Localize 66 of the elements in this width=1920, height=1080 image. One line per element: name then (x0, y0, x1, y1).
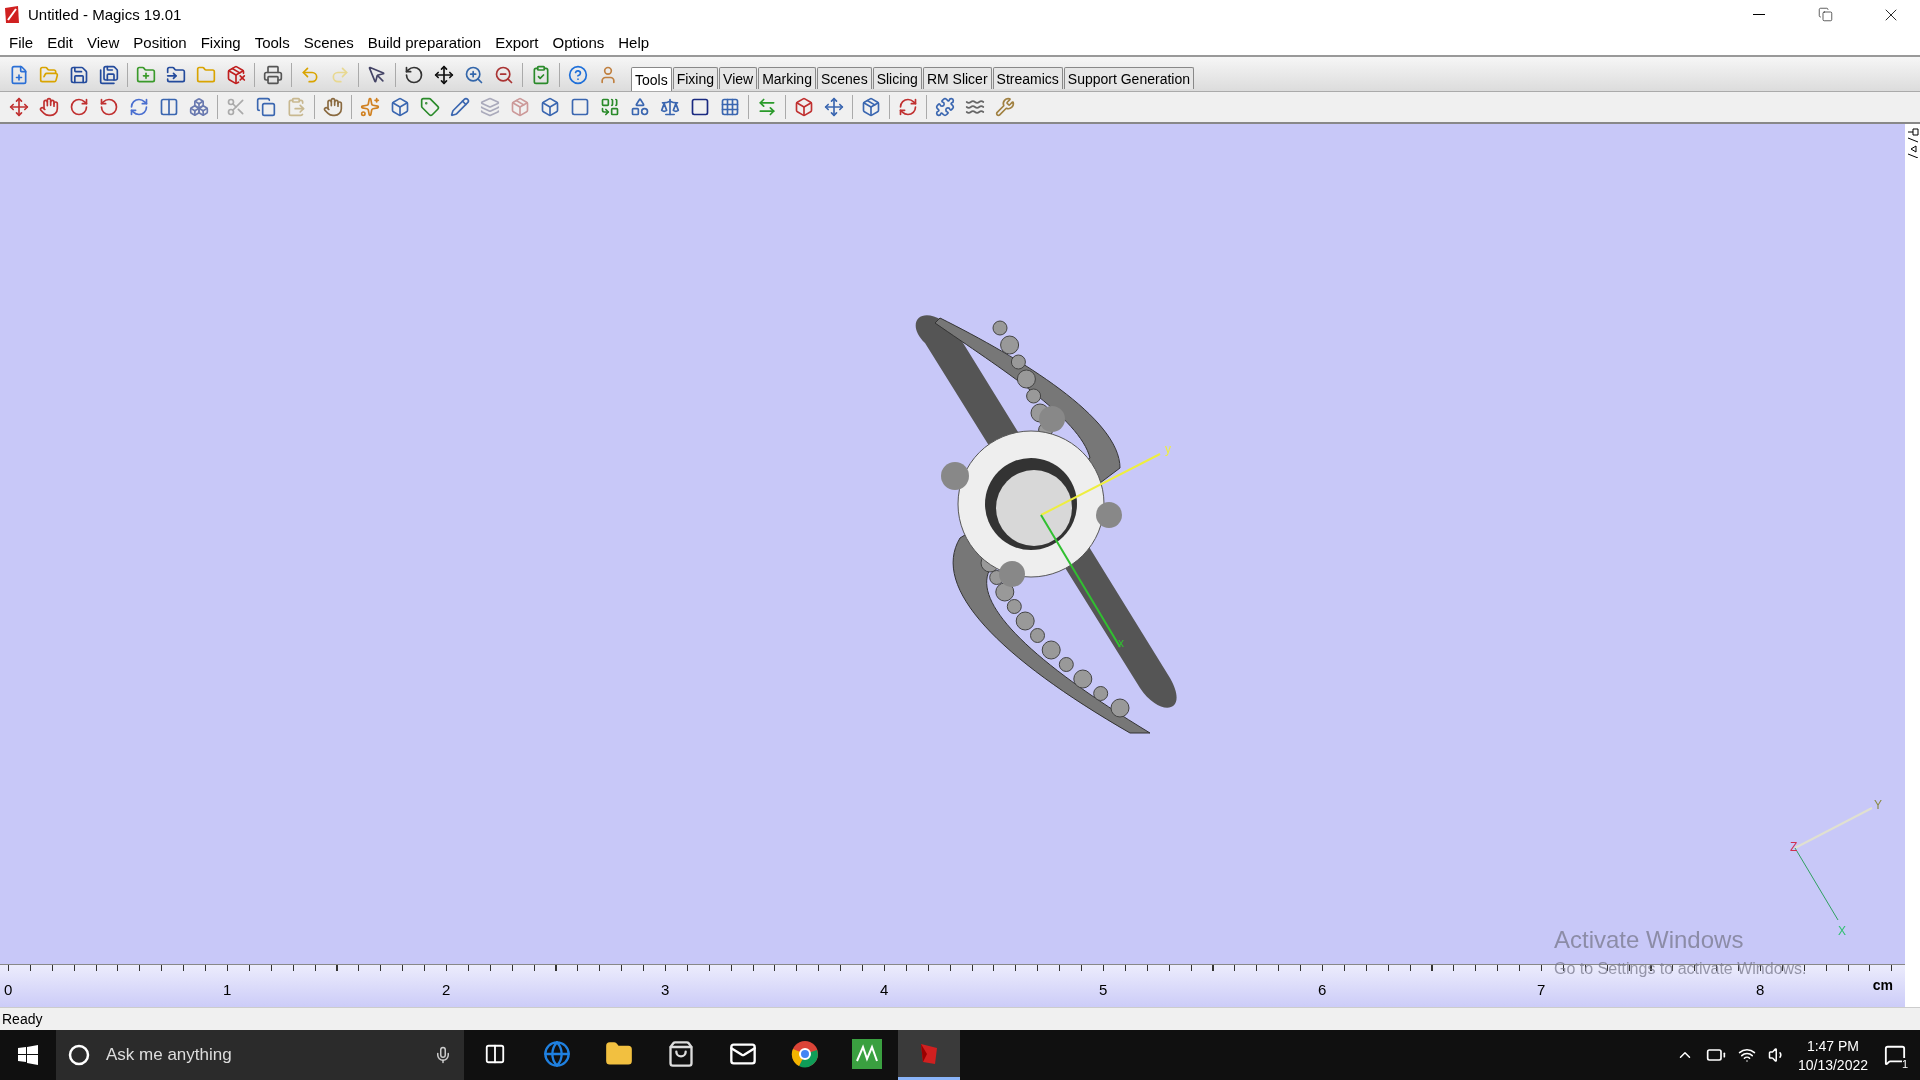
axis-label: X (1838, 924, 1846, 938)
ruler-label: 5 (1099, 980, 1109, 999)
cortana-icon (68, 1044, 90, 1066)
clock-time: 1:47 PM (1806, 1037, 1860, 1054)
search-field[interactable]: Ask me anything (104, 1044, 420, 1066)
menu-item[interactable]: Fixing (193, 33, 248, 51)
axis-label: y (1165, 442, 1171, 456)
zigzag-app-icon (852, 1038, 882, 1069)
store-icon (667, 1039, 695, 1068)
minimize-icon (1753, 14, 1765, 15)
copy-icon[interactable] (254, 95, 278, 119)
axis-label: Z (1790, 840, 1798, 854)
pencil-icon[interactable] (448, 95, 472, 119)
toolbar-tab[interactable]: Support Generation (1063, 67, 1194, 89)
toolbar-tab[interactable]: Tools (631, 67, 672, 91)
toolbar-tab[interactable]: Streamics (992, 67, 1063, 89)
toolbar-tab[interactable]: Marking (758, 67, 816, 89)
task-view-icon (484, 1042, 506, 1065)
file-explorer-icon (605, 1039, 633, 1068)
save-all-icon[interactable] (97, 63, 121, 87)
clock-date: 10/13/2022 (1797, 1056, 1868, 1073)
hand-move-icon[interactable] (37, 95, 61, 119)
ruler-label: 0 (4, 980, 14, 999)
wrench-icon[interactable] (993, 95, 1017, 119)
toolbar-tab[interactable]: RM Slicer (922, 67, 992, 89)
windows-logo-icon (18, 1045, 38, 1065)
sparkles-icon[interactable] (358, 95, 382, 119)
tag-icon[interactable] (418, 95, 442, 119)
microphone-icon (434, 1046, 452, 1064)
menu-item[interactable]: Edit (40, 33, 81, 51)
axis-label: Y (1874, 798, 1882, 812)
menu-item[interactable]: Tools (247, 33, 297, 51)
ruler-label: 1 (223, 980, 233, 999)
menu-item[interactable]: Export (488, 33, 546, 51)
menu-item[interactable]: View (80, 33, 127, 51)
toolbar-tab[interactable]: Slicing (872, 67, 922, 89)
ruler-label: 6 (1318, 980, 1328, 999)
ruler-label: 3 (661, 980, 671, 999)
puzzle-icon[interactable] (933, 95, 957, 119)
ruler-label: 2 (442, 980, 452, 999)
translate-icon[interactable] (7, 95, 31, 119)
menu-item[interactable]: Position (126, 33, 194, 51)
ruler-label: 7 (1537, 980, 1547, 999)
app-logo-icon (4, 5, 20, 24)
ruler-label: 4 (880, 980, 890, 999)
print-icon[interactable] (261, 63, 285, 87)
help-icon[interactable] (566, 63, 590, 87)
toolbar-tab[interactable]: Fixing (672, 67, 719, 89)
menu-item[interactable]: Options (545, 33, 612, 51)
ruler-unit: cm (1872, 976, 1893, 995)
boxes-icon[interactable] (187, 95, 211, 119)
toolbar-tab[interactable]: View (719, 67, 758, 89)
status-text: Ready (2, 1011, 43, 1027)
menu-item[interactable]: Build preparation (360, 33, 489, 51)
chrome-icon (791, 1039, 819, 1068)
search-box[interactable]: Ask me anything (56, 1030, 464, 1080)
wifi-icon (1737, 1046, 1756, 1064)
menu-item[interactable]: Help (611, 33, 657, 51)
move-icon[interactable] (432, 63, 456, 87)
menu-item[interactable]: Scenes (296, 33, 361, 51)
toolbar-tab[interactable]: Scenes (816, 67, 872, 89)
window-title: Untitled - Magics 19.01 (28, 6, 183, 23)
hand-icon[interactable] (321, 95, 345, 119)
restore-icon (1817, 7, 1833, 22)
menu-item[interactable]: File (2, 33, 41, 51)
activation-notice-title: Activate Windows (1554, 926, 1745, 954)
